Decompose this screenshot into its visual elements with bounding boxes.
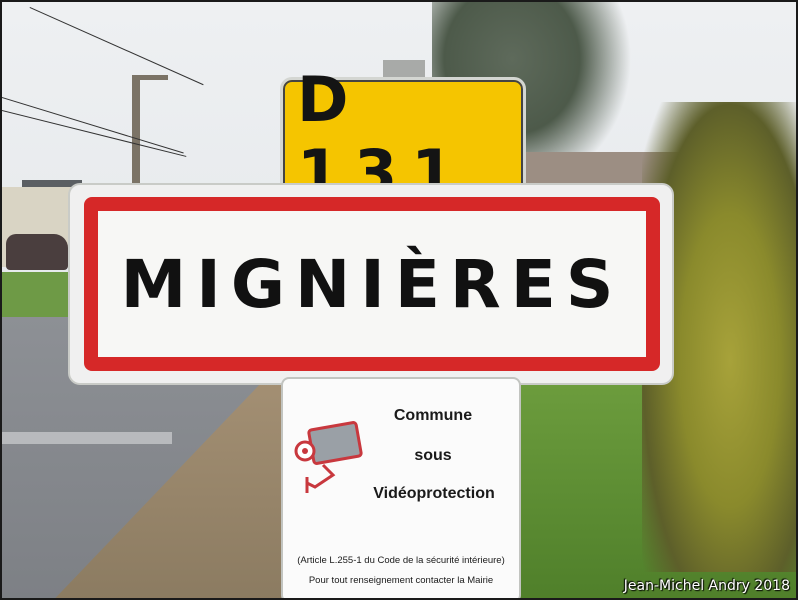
route-sign: D 131 [280,63,526,209]
utility-pole [132,75,140,190]
sign-contact-note: Pour tout renseignement contacter la Mai… [308,575,494,586]
road-marking [2,432,172,444]
video-surveillance-sign: Commune sous Vidéoprotection (Article L.… [281,377,521,598]
sign-legal-reference: (Article L.255-1 du Code de la sécurité … [297,555,505,566]
town-sign-border: MIGNIÈRES [84,197,660,371]
town-name: MIGNIÈRES [120,245,624,323]
sign-line-videoprotection: Vidéoprotection [373,485,495,502]
photo-frame: D 131 MIGNIÈRES Commune sous Vidéoprotec… [0,0,798,600]
photo-credit: Jean-Michel Andry 2018 [623,578,790,594]
parked-car [6,234,68,270]
sign-line-sous: sous [414,447,452,464]
sign-line-commune: Commune [393,407,473,424]
utility-pole-arm [132,75,168,80]
town-entry-sign: MIGNIÈRES [68,183,674,385]
